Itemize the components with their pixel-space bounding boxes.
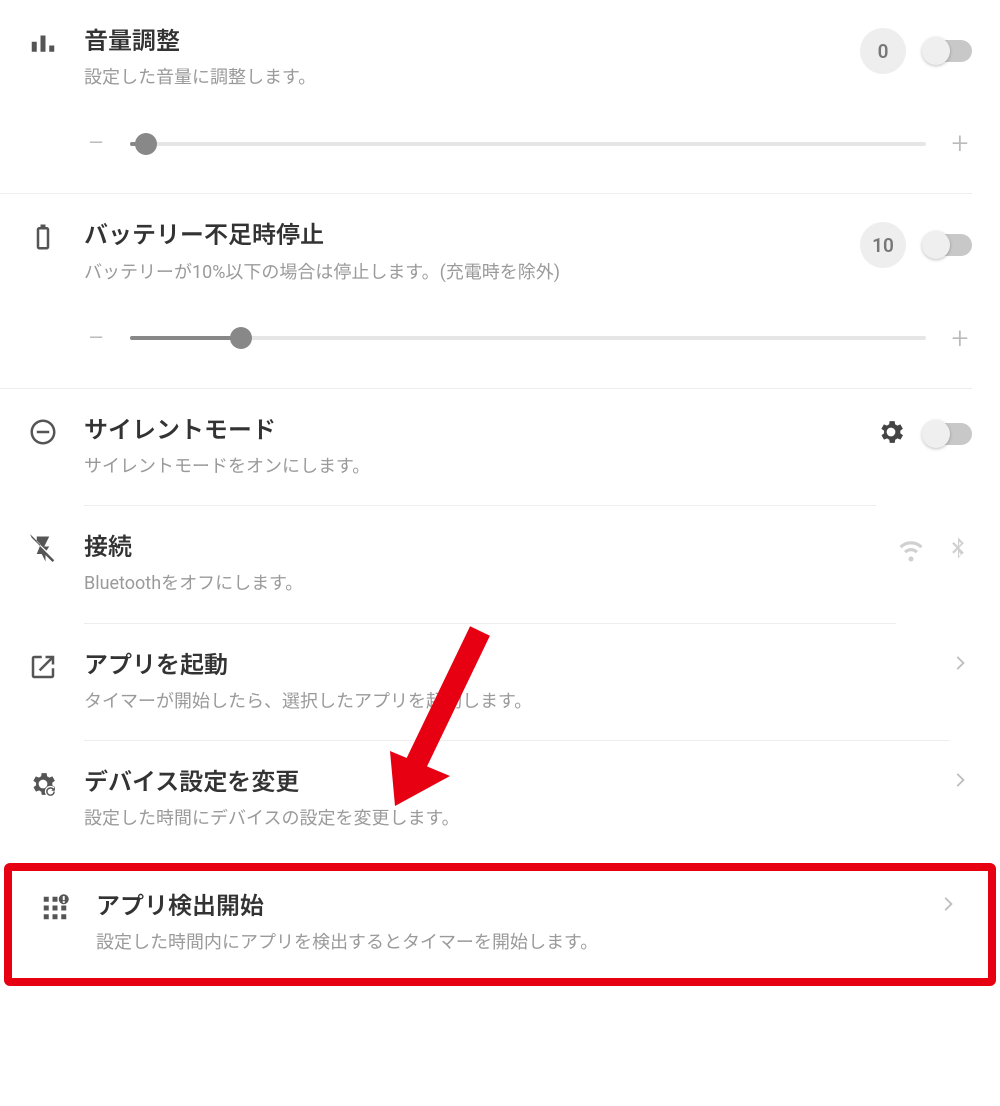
setting-title: バッテリー不足時停止 [84,220,860,251]
do-not-disturb-icon [28,415,84,447]
silent-toggle[interactable] [924,423,972,445]
setting-row-battery[interactable]: バッテリー不足時停止 バッテリーが10%以下の場合は停止します。(充電時を除外)… [0,194,1000,310]
gear-refresh-icon [28,767,84,799]
setting-title: アプリを起動 [84,650,950,681]
battery-toggle[interactable] [924,234,972,256]
setting-row-launch-app[interactable]: アプリを起動 タイマーが開始したら、選択したアプリを起動します。 [0,624,1000,741]
setting-row-device-settings[interactable]: デバイス設定を変更 設定した時間にデバイスの設定を変更します。 [0,741,1000,857]
volume-value-badge: 0 [860,28,906,74]
gear-icon[interactable] [876,417,906,451]
setting-subtitle: バッテリーが10%以下の場合は停止します。(充電時を除外) [84,260,860,285]
chevron-right-icon [950,769,972,795]
bluetooth-icon[interactable] [944,535,972,567]
annotation-highlight-box: アプリ検出開始 設定した時間内にアプリを検出するとタイマーを開始します。 [4,863,996,985]
chevron-right-icon [938,893,960,919]
setting-title: デバイス設定を変更 [84,767,950,798]
battery-slider[interactable] [130,336,926,340]
volume-toggle[interactable] [924,40,972,62]
chevron-right-icon [950,652,972,678]
plus-button[interactable]: + [948,321,972,356]
setting-title: 接続 [84,532,896,563]
setting-subtitle: 設定した音量に調整します。 [84,65,860,90]
setting-row-volume[interactable]: 音量調整 設定した音量に調整します。 0 [0,0,1000,116]
setting-subtitle: タイマーが開始したら、選択したアプリを起動します。 [84,689,950,714]
plus-button[interactable]: + [948,126,972,161]
setting-title: アプリ検出開始 [96,891,938,922]
setting-row-silent[interactable]: サイレントモード サイレントモードをオンにします。 [0,389,1000,506]
volume-icon [28,26,84,58]
setting-row-connection[interactable]: 接続 Bluetoothをオフにします。 [0,506,1000,623]
open-external-icon [28,650,84,682]
battery-slider-row: − + [0,311,972,389]
setting-subtitle: サイレントモードをオンにします。 [84,454,876,479]
setting-subtitle: Bluetoothをオフにします。 [84,571,896,596]
setting-title: サイレントモード [84,415,876,446]
minus-button[interactable]: − [84,126,108,161]
setting-title: 音量調整 [84,26,860,57]
apps-alert-icon [40,891,96,923]
wifi-icon[interactable] [896,534,926,568]
minus-button[interactable]: − [84,321,108,356]
setting-row-app-detect[interactable]: アプリ検出開始 設定した時間内にアプリを検出するとタイマーを開始します。 [12,871,988,977]
battery-icon [28,220,84,252]
volume-slider-row: − + [0,116,972,194]
setting-subtitle: 設定した時間内にアプリを検出するとタイマーを開始します。 [96,930,938,955]
battery-value-badge: 10 [860,222,906,268]
settings-list: 音量調整 設定した音量に調整します。 0 − + バッテリー不足時停止 バッテリ… [0,0,1000,986]
flash-off-icon [28,532,84,564]
setting-subtitle: 設定した時間にデバイスの設定を変更します。 [84,806,950,831]
volume-slider[interactable] [130,142,926,146]
